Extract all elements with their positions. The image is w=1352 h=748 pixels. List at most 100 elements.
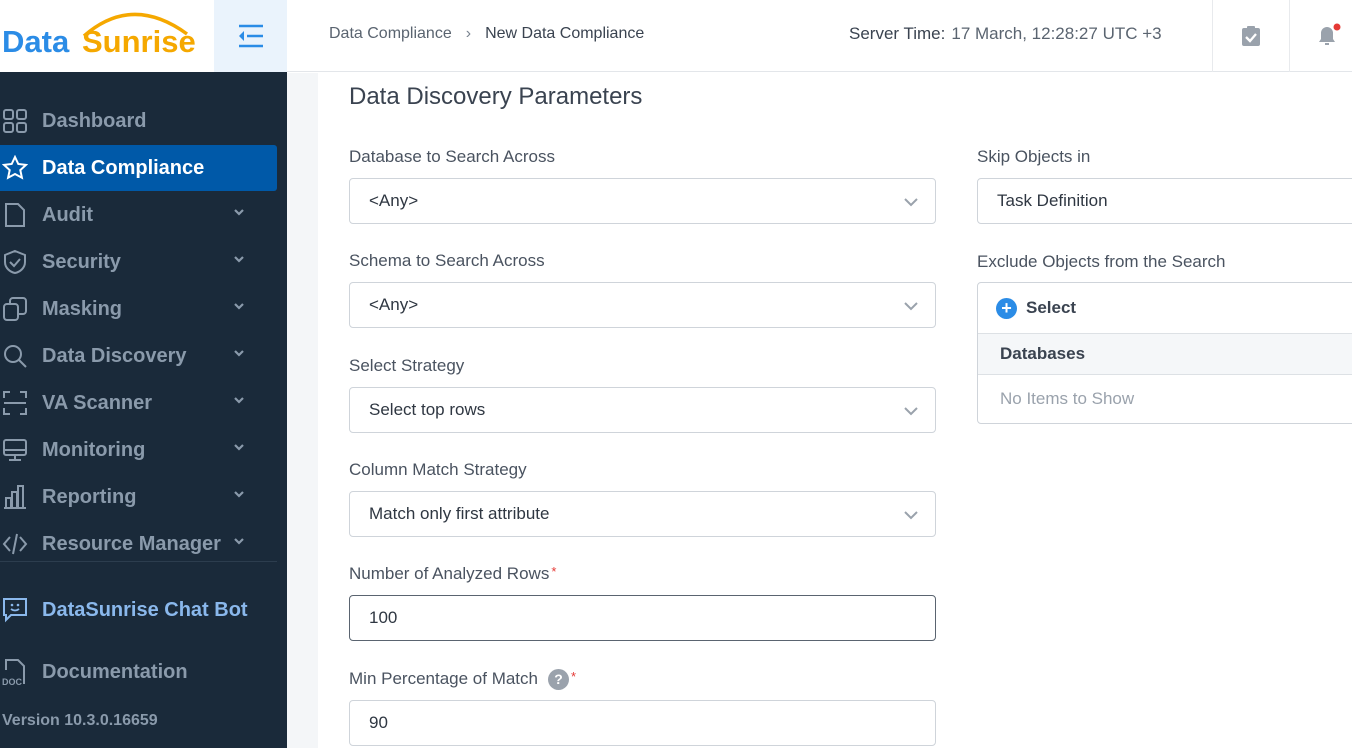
database-to-search-across-label: Database to Search Across (349, 147, 555, 167)
chevron-down-icon (904, 511, 918, 520)
label-text: Schema to Search Across (349, 251, 545, 271)
tasks-button[interactable] (1212, 0, 1289, 72)
help-icon[interactable]: ? (547, 668, 569, 690)
column-match-strategy-select[interactable]: Match only first attribute (349, 490, 936, 537)
sidebar-item-label: DataSunrise Chat Bot (42, 598, 248, 621)
chevron-down-icon[interactable] (232, 205, 246, 219)
required-marker: * (551, 564, 557, 580)
server-time-value: 17 March, 12:28:27 UTC +3 (951, 24, 1162, 43)
exclude-objects-label: Exclude Objects from the Search (977, 252, 1226, 271)
notification-dot (1333, 23, 1341, 31)
logo-text-sunrise: Sunrise (82, 24, 196, 59)
label-text: Column Match Strategy (349, 459, 527, 479)
field-value: 100 (369, 608, 398, 628)
breadcrumb-separator: › (465, 25, 472, 42)
chevron-down-icon (904, 198, 918, 207)
plus-circle-icon: + (996, 297, 1017, 319)
breadcrumb-current: New Data Compliance (485, 25, 645, 42)
field-value: Match only first attribute (369, 503, 550, 523)
bar-chart-icon (4, 485, 26, 509)
sidebar-item-documentation[interactable]: DOC Documentation (0, 649, 277, 695)
select-strategy-select[interactable]: Select top rows (349, 386, 936, 433)
svg-text:DOC: DOC (2, 677, 23, 686)
grid-icon (3, 109, 27, 133)
schema-to-search-across-label: Schema to Search Across (349, 251, 545, 271)
select-objects-button[interactable]: + Select (978, 283, 1352, 334)
exclude-objects-table: + Select Databases No Items to Show (977, 282, 1352, 424)
column-header-databases[interactable]: Databases (978, 334, 1352, 375)
field-value: Select top rows (369, 399, 486, 419)
sidebar-item-label: Data Compliance (42, 156, 205, 179)
sidebar-item-dashboard[interactable]: Dashboard (0, 98, 277, 144)
chevron-down-icon[interactable] (232, 252, 246, 266)
chevron-down-icon[interactable] (232, 346, 246, 360)
collapse-menu-icon (238, 24, 263, 48)
sidebar-item-label: Dashboard (42, 109, 147, 132)
chevron-down-icon[interactable] (232, 393, 246, 407)
chevron-down-icon[interactable] (232, 534, 246, 548)
server-time-label: Server Time: (849, 24, 946, 43)
search-icon (4, 345, 27, 368)
chevron-down-icon (904, 302, 918, 311)
version-label: Version 10.3.0.16659 (2, 712, 158, 729)
sidebar-item-label: Resource Manager (42, 532, 221, 555)
field-value: 90 (369, 712, 388, 732)
sidebar-item-label: Masking (42, 297, 123, 320)
clipboard-check-icon (1242, 26, 1260, 46)
top-header: Data Compliance › New Data Compliance Serv… (287, 0, 1352, 72)
select-strategy-label: Select Strategy (349, 356, 464, 376)
field-value: <Any> (369, 295, 419, 315)
label-text: Database to Search Across (349, 147, 556, 166)
sidebar-item-data-discovery[interactable]: Data Discovery (0, 333, 277, 379)
chevron-down-icon[interactable] (232, 440, 246, 454)
select-label: Select (1026, 298, 1077, 317)
breadcrumb-data-compliance[interactable]: Data Compliance (329, 25, 452, 42)
required-marker: * (570, 668, 577, 684)
schema-to-search-across-select[interactable]: <Any> (349, 282, 936, 329)
sidebar-item-monitoring[interactable]: Monitoring (0, 427, 277, 473)
page-title: Data Discovery Parameters (349, 83, 643, 110)
number-of-analyzed-rows-label: Number of Analyzed Rows * (349, 564, 556, 584)
sidebar-item-label: Monitoring (42, 438, 146, 461)
sidebar-item-label: Data Discovery (42, 344, 187, 367)
sidebar-divider (0, 561, 277, 562)
sidebar-item-reporting[interactable]: Reporting (0, 474, 277, 520)
column-match-strategy-label: Column Match Strategy (349, 460, 527, 480)
skip-objects-select[interactable]: Task Definition (977, 178, 1352, 224)
star-icon (2, 155, 28, 180)
label-text: Number of Analyzed Rows (349, 564, 550, 584)
shield-icon (4, 249, 26, 275)
sidebar-item-label: Documentation (42, 660, 188, 683)
sidebar-item-label: Security (42, 250, 121, 273)
sidebar-item-va-scanner[interactable]: VA Scanner (0, 380, 277, 426)
logo-text-data: Data (2, 24, 70, 59)
masking-icon (3, 297, 27, 321)
notifications-button[interactable] (1289, 0, 1352, 72)
chevron-down-icon[interactable] (232, 487, 246, 501)
min-percentage-of-match-input[interactable]: 90 (349, 699, 936, 746)
file-icon (5, 203, 25, 227)
sidebar-item-security[interactable]: Security (0, 239, 277, 285)
sidebar-item-data-compliance[interactable]: Data Compliance (0, 145, 277, 191)
collapse-sidebar-button[interactable] (214, 0, 287, 72)
code-icon (2, 533, 28, 555)
sidebar-item-audit[interactable]: Audit (0, 192, 277, 238)
label-text: Min Percentage of Match (349, 668, 538, 688)
bell-icon (1319, 23, 1341, 45)
datasunrise-logo[interactable]: Data Sunrise (0, 0, 214, 72)
sidebar-item-masking[interactable]: Masking (0, 286, 277, 332)
field-value: <Any> (369, 191, 419, 210)
chevron-down-icon (904, 406, 918, 416)
empty-message: No Items to Show (1000, 389, 1135, 408)
database-to-search-across-select[interactable]: <Any> (349, 178, 936, 224)
label-text: Select Strategy (349, 355, 465, 375)
skip-objects-value: Task Definition (997, 191, 1108, 210)
chevron-down-icon[interactable] (232, 299, 246, 313)
number-of-analyzed-rows-input[interactable]: 100 (349, 595, 936, 642)
sidebar-item-chatbot[interactable]: DataSunrise Chat Bot (0, 587, 277, 633)
document-icon: DOC (2, 659, 25, 686)
sidebar-item-label: VA Scanner (42, 391, 153, 414)
sidebar-item-label: Audit (42, 203, 94, 226)
sidebar: Resource Manager Reporting Monitoring VA Sc… (0, 72, 287, 748)
min-percentage-of-match-label: Min Percentage of Match? * (349, 669, 576, 690)
